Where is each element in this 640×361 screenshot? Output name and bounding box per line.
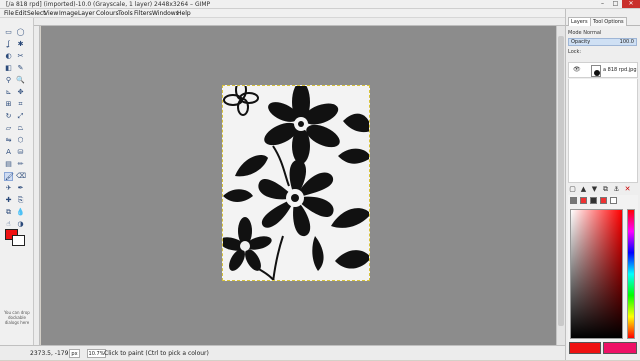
bucket-fill-icon[interactable]: ⛁	[16, 148, 25, 157]
heal-icon[interactable]: ✚	[4, 196, 13, 205]
zoom-icon[interactable]: 🔍	[16, 76, 25, 85]
layer-buttons: ▢ ▲ ▼ ⧉ ⚓ ✕	[568, 185, 638, 194]
window-title: [/a 818 rpd] (imported)-10.0 (Grayscale,…	[6, 1, 211, 8]
pencil-icon[interactable]: ✏	[16, 160, 25, 169]
close-button[interactable]: ✕	[622, 0, 640, 8]
dock-tabs: Layers Tool Options	[566, 17, 640, 26]
color-mode-wheel[interactable]	[610, 197, 617, 204]
tab-tool-options[interactable]: Tool Options	[590, 17, 627, 26]
foreground-color-preview[interactable]	[569, 342, 601, 354]
rotate-icon[interactable]: ↻	[4, 112, 13, 121]
right-dock: Layers Tool Options Mode Normal Opacity …	[565, 9, 640, 360]
rect-select-icon[interactable]: ▭	[4, 28, 13, 37]
free-select-icon[interactable]: ʆ	[4, 40, 13, 49]
toolbox: ▭ ◯ ʆ ✱ ◐ ✂ ◧ ✎ ⚲ 🔍 ⊾ ✥ ⊞ ⌗ ↻ ⤢ ▱ ⏢ ⇋ ⬡ …	[0, 18, 34, 360]
menu-select[interactable]: Select	[27, 9, 46, 18]
status-message: Click to paint (Ctrl to pick a colour)	[104, 350, 209, 357]
floral-pattern-image	[223, 86, 369, 280]
move-icon[interactable]: ✥	[16, 88, 25, 97]
color-history-swatch[interactable]	[603, 342, 637, 354]
title-bar: [/a 818 rpd] (imported)-10.0 (Grayscale,…	[0, 0, 640, 9]
opacity-slider[interactable]: Opacity 100.0	[568, 38, 637, 46]
menu-colours[interactable]: Colours	[96, 9, 119, 18]
dodge-burn-icon[interactable]: ◑	[16, 220, 25, 229]
image-canvas[interactable]	[222, 85, 370, 281]
minimize-button[interactable]: –	[596, 0, 609, 8]
clone-icon[interactable]: ⎘	[16, 196, 25, 205]
eraser-icon[interactable]: ⌫	[16, 172, 26, 181]
layer-thumbnail	[591, 65, 601, 77]
color-mode-watercolor[interactable]	[600, 197, 607, 204]
flip-icon[interactable]: ⇋	[4, 136, 13, 145]
blur-icon[interactable]: 💧	[16, 208, 25, 217]
horizontal-ruler[interactable]	[34, 18, 565, 26]
background-color-swatch[interactable]	[12, 235, 25, 246]
menu-view[interactable]: View	[44, 9, 58, 18]
layer-list[interactable]	[568, 79, 638, 183]
color-mode-rgb[interactable]	[580, 197, 587, 204]
perspective-clone-icon[interactable]: ⧉	[4, 208, 13, 217]
ellipse-select-icon[interactable]: ◯	[16, 28, 25, 37]
vertical-scrollbar[interactable]	[556, 26, 565, 345]
unit-select[interactable]: px	[69, 349, 80, 358]
paintbrush-icon[interactable]: 🖌	[4, 172, 14, 181]
paths-icon[interactable]: ✎	[16, 64, 25, 73]
menu-help[interactable]: Help	[177, 9, 191, 18]
color-mode-gimp[interactable]	[570, 197, 577, 204]
color-saturation-value-picker[interactable]	[570, 209, 623, 339]
align-icon[interactable]: ⊞	[4, 100, 13, 109]
color-picker-icon[interactable]: ⚲	[4, 76, 13, 85]
maximize-button[interactable]: □	[609, 0, 622, 8]
opacity-label: Opacity	[571, 39, 591, 45]
menu-image[interactable]: Image	[59, 9, 78, 18]
lower-layer-icon[interactable]: ▼	[590, 185, 599, 194]
perspective-icon[interactable]: ⏢	[16, 124, 25, 133]
scale-icon[interactable]: ⤢	[16, 112, 25, 121]
menu-bar: File Edit Select View Image Layer Colour…	[0, 9, 565, 18]
status-bar: 2373.5, -179.5 px 10.7% Click to paint (…	[0, 345, 565, 360]
fuzzy-select-icon[interactable]: ✱	[16, 40, 25, 49]
duplicate-layer-icon[interactable]: ⧉	[601, 185, 610, 194]
new-layer-icon[interactable]: ▢	[568, 185, 577, 194]
dock-hint-text: You can drop dockable dialogs here	[4, 310, 30, 325]
cage-icon[interactable]: ⬡	[16, 136, 25, 145]
scrollbar-thumb[interactable]	[558, 36, 564, 326]
crop-icon[interactable]: ⌗	[16, 100, 25, 109]
opacity-value: 100.0	[619, 39, 634, 45]
color-mode-cmyk[interactable]	[590, 197, 597, 204]
smudge-icon[interactable]: ☝	[4, 220, 13, 229]
raise-layer-icon[interactable]: ▲	[579, 185, 588, 194]
pointer-coordinates: 2373.5, -179.5	[30, 350, 75, 357]
lock-label: Lock:	[568, 49, 582, 55]
layer-row[interactable]: 👁 a 818 rpd.jpg	[568, 62, 638, 78]
color-select-icon[interactable]: ◐	[4, 52, 13, 61]
menu-file[interactable]: File	[4, 9, 14, 18]
blend-icon[interactable]: ▤	[4, 160, 13, 169]
foreground-select-icon[interactable]: ◧	[4, 64, 13, 73]
mode-label: Mode Normal	[568, 30, 602, 36]
airbrush-icon[interactable]: ✈	[4, 184, 13, 193]
menu-edit[interactable]: Edit	[15, 9, 27, 18]
mode-value[interactable]: Normal	[583, 30, 601, 36]
menu-filters[interactable]: Filters	[134, 9, 152, 18]
anchor-layer-icon[interactable]: ⚓	[612, 185, 621, 194]
delete-layer-icon[interactable]: ✕	[623, 185, 632, 194]
text-icon[interactable]: A	[4, 148, 13, 157]
shear-icon[interactable]: ▱	[4, 124, 13, 133]
measure-icon[interactable]: ⊾	[4, 88, 13, 97]
hue-slider[interactable]	[627, 209, 635, 339]
menu-layer[interactable]: Layer	[78, 9, 95, 18]
vertical-ruler[interactable]	[34, 26, 40, 345]
menu-windows[interactable]: Windows	[152, 9, 179, 18]
eye-icon[interactable]: 👁	[573, 66, 581, 73]
colors-dialog	[568, 195, 638, 345]
layer-name[interactable]: a 818 rpd.jpg	[603, 63, 637, 78]
tab-layers[interactable]: Layers	[568, 17, 591, 26]
scissors-icon[interactable]: ✂	[16, 52, 25, 61]
ink-icon[interactable]: ✒	[16, 184, 25, 193]
menu-tools[interactable]: Tools	[118, 9, 133, 18]
